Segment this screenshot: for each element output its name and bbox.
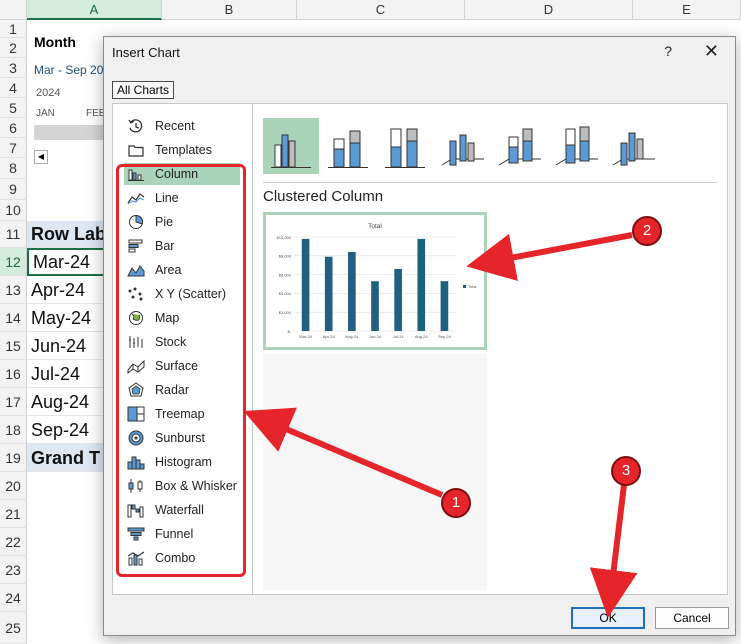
annotation-badge-1: 1 (441, 488, 471, 518)
arrow-3 (589, 484, 638, 618)
arrow-2 (466, 232, 633, 282)
annotation-badge-2: 2 (632, 216, 662, 246)
annotation-arrows (243, 232, 638, 618)
arrow-1 (243, 407, 444, 498)
annotation-badge-3: 3 (611, 456, 641, 486)
